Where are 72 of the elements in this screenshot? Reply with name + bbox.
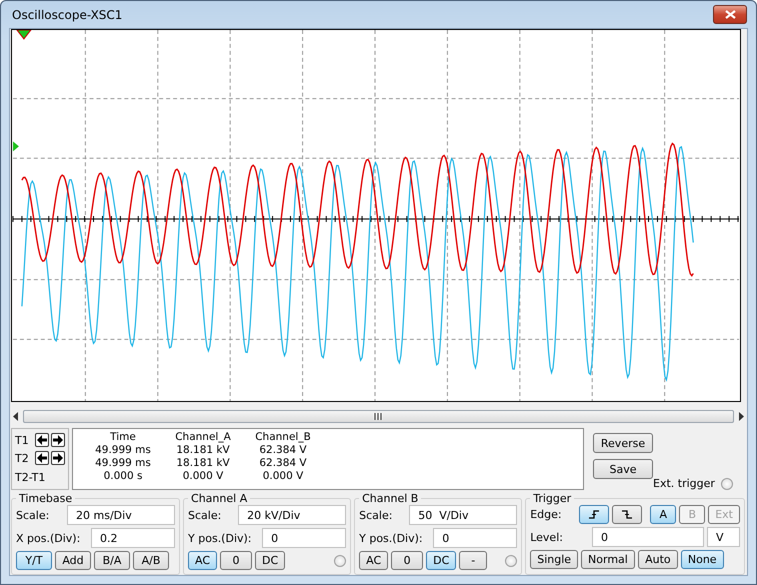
column-header: Channel_B — [254, 431, 312, 444]
ext-trigger-radio[interactable] — [720, 478, 733, 490]
cursor-right-button[interactable] — [51, 433, 65, 447]
scroll-right-icon[interactable] — [737, 412, 745, 420]
field-label: Edge: — [530, 508, 563, 521]
trigger-mode-button[interactable]: Normal — [581, 550, 635, 569]
position-field[interactable]: 0.2 — [91, 528, 176, 548]
cursor-left-button[interactable] — [35, 451, 49, 465]
scrollbar-thumb[interactable] — [23, 410, 734, 422]
field-label: Scale: — [16, 508, 50, 522]
coupling-button[interactable]: - — [459, 551, 488, 570]
coupling-button[interactable]: 0 — [391, 551, 424, 570]
ext-trigger-label: Ext. trigger — [653, 477, 715, 490]
coupling-button[interactable]: DC — [426, 551, 456, 570]
action-button[interactable]: Reverse — [593, 433, 653, 453]
falling-edge-button[interactable] — [612, 505, 642, 524]
mode-button[interactable]: B/A — [94, 551, 130, 570]
action-button[interactable]: Save — [593, 459, 653, 479]
trigger-mode-button[interactable]: None — [680, 550, 724, 569]
channel-indicator-icon — [334, 554, 346, 566]
cursor-right-button[interactable] — [51, 451, 65, 465]
cursor-label: T2-T1 — [15, 470, 46, 484]
field-label: Level: — [530, 530, 563, 544]
trigger-mode-button[interactable]: Single — [530, 550, 578, 569]
field-label: Y pos.(Div): — [359, 532, 423, 544]
table-cell-text: 62.384 V — [258, 444, 308, 457]
coupling-button[interactable]: DC — [255, 551, 286, 570]
field-label: Y pos.(Div): — [188, 532, 252, 544]
cursor-label: T2 — [15, 452, 30, 464]
trigger-mode-button[interactable]: Auto — [638, 550, 678, 569]
group-title: Trigger — [532, 492, 572, 505]
mode-button[interactable]: Add — [55, 551, 91, 570]
close-button[interactable] — [713, 5, 747, 24]
mode-button[interactable]: Y/T — [16, 551, 52, 570]
grip-icon — [374, 412, 383, 420]
table-cell-text: 18.181 kV — [175, 457, 231, 470]
table-cell-text: 49.999 ms — [94, 457, 152, 470]
scale-field[interactable]: 20 ms/Div — [67, 505, 176, 525]
position-field[interactable]: 0 — [433, 528, 518, 548]
source-button[interactable]: A — [650, 505, 676, 524]
table-cell-text: 49.999 ms — [94, 444, 152, 457]
cursor-marker-icon[interactable] — [16, 30, 32, 40]
field-label: X pos.(Div): — [16, 532, 80, 544]
column-header: Time — [109, 431, 137, 444]
table-cell-text: 0.000 V — [262, 470, 304, 483]
scale-field[interactable]: 20 kV/Div — [238, 505, 346, 525]
coupling-button[interactable]: 0 — [220, 551, 252, 570]
mode-button[interactable]: A/B — [133, 551, 169, 570]
trigger-marker-icon — [12, 141, 19, 152]
field-label: Scale: — [188, 508, 222, 522]
table-cell-text: 18.181 kV — [175, 444, 231, 457]
scale-field[interactable]: 50 V/Div — [409, 505, 518, 525]
cursor-left-button[interactable] — [35, 433, 49, 447]
group-title: Channel B — [361, 492, 420, 505]
close-icon — [724, 10, 736, 19]
rising-edge-button[interactable] — [579, 505, 610, 524]
unit-field[interactable]: V — [707, 527, 740, 547]
scroll-left-icon[interactable] — [12, 412, 20, 420]
table-cell-text: 62.384 V — [258, 457, 308, 470]
group-title: Channel A — [190, 492, 248, 505]
window-title: Oscilloscope-XSC1 — [12, 8, 122, 22]
table-cell-text: 0.000 s — [102, 470, 144, 483]
coupling-button[interactable]: AC — [188, 551, 218, 570]
group-title: Timebase — [18, 492, 74, 505]
column-header: Channel_A — [174, 431, 232, 444]
field-label: Scale: — [359, 508, 392, 522]
level-field[interactable]: 0 — [592, 527, 704, 547]
cursor-label: T1 — [15, 434, 30, 446]
position-field[interactable]: 0 — [262, 528, 346, 548]
coupling-button[interactable]: AC — [359, 551, 388, 570]
table-cell-text: 0.000 V — [182, 470, 224, 483]
channel-indicator-icon — [505, 554, 518, 566]
